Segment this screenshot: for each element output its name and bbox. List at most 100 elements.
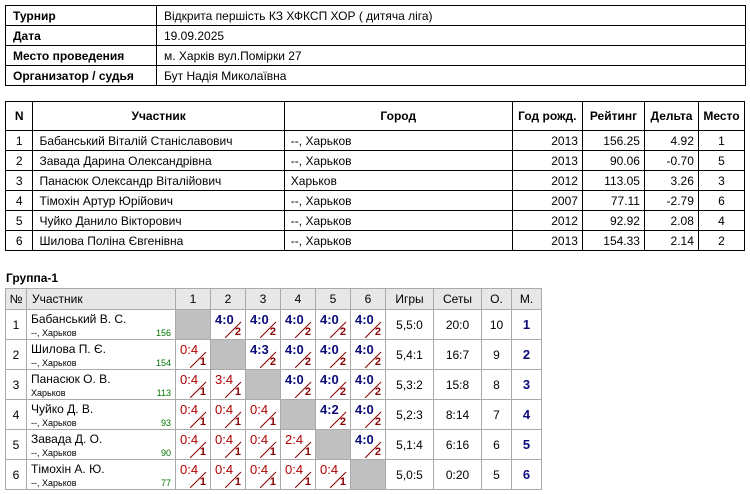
participant-name: Завада Дарина Олександрівна (32, 150, 285, 171)
table-row: 6 Шилова Поліна Євгенівна --, Харьков 2013 1… (4, 230, 746, 251)
group-participant-cell: Панасюк О. В. Харьков 113 (26, 369, 176, 400)
game-result-cell: 2:4 1 (280, 429, 316, 460)
info-label: Дата (5, 25, 157, 46)
game-points: 1 (199, 446, 206, 458)
col-header-place: Место (697, 101, 746, 131)
game-points: 1 (199, 476, 206, 488)
grp-header-opp-3: 3 (245, 288, 281, 310)
participant-delta: 4.92 (643, 130, 699, 151)
participant-delta: -0.70 (643, 150, 699, 171)
group-row: 2 Шилова П. Є. --, Харьков 154 0:4 1 4:3 2 4:0 2 4… (5, 339, 542, 370)
group-participant-cell: Чуйко Д. В. --, Харьков 93 (26, 399, 176, 430)
group-games: 5,4:1 (385, 339, 434, 370)
game-result-cell: 4:0 2 (350, 399, 386, 430)
participant-city: --, Харьков (283, 150, 513, 171)
game-result-cell: 4:0 2 (350, 369, 386, 400)
participant-name: Шилова Поліна Євгенівна (32, 230, 285, 251)
group-games: 5,5:0 (385, 309, 434, 340)
game-points: 1 (269, 446, 276, 458)
game-points: 1 (234, 476, 241, 488)
participant-place: 1 (697, 130, 746, 151)
player-rating: 113 (156, 388, 171, 398)
game-points: 2 (339, 416, 346, 428)
game-result-cell: 0:4 1 (175, 459, 211, 490)
game-points: 1 (199, 356, 206, 368)
col-header-birth-year: Год рожд. (511, 101, 583, 131)
grp-header-sets: Сеты (433, 288, 482, 310)
group-place: 1 (511, 309, 542, 340)
group-row-number: 5 (5, 429, 27, 460)
player-name: Тімохін А. Ю. (31, 462, 105, 476)
grp-header-opp-6: 6 (350, 288, 386, 310)
group-games: 5,3:2 (385, 369, 434, 400)
game-result-cell: 0:4 1 (210, 399, 246, 430)
grp-header-no: № (5, 288, 27, 310)
group-header-row: № Участник 1 2 3 4 5 6 Игры Сеты О. М. (5, 288, 542, 310)
group-participant-cell: Тімохін А. Ю. --, Харьков 77 (26, 459, 176, 490)
info-label: Место проведения (5, 45, 157, 66)
game-result-cell: 4:0 2 (315, 339, 351, 370)
participant-rating: 77.11 (581, 190, 645, 211)
participant-rating: 113.05 (581, 170, 645, 191)
group-row-number: 4 (5, 399, 27, 430)
group-games: 5,1:4 (385, 429, 434, 460)
info-row: Место проведения м. Харків вул.Помірки 27 (5, 45, 746, 66)
participant-number: 6 (4, 230, 34, 251)
group-row-number: 1 (5, 309, 27, 340)
player-name: Шилова П. Є. (31, 342, 107, 356)
game-points: 2 (304, 386, 311, 398)
game-result-cell: 0:4 1 (175, 429, 211, 460)
group-points: 9 (481, 339, 512, 370)
player-name: Бабанський В. С. (31, 312, 127, 326)
participant-delta: 2.08 (643, 210, 699, 231)
game-result-cell: 4:3 2 (245, 339, 281, 370)
game-result-cell: 4:0 2 (350, 429, 386, 460)
game-result-cell: 0:4 1 (315, 459, 351, 490)
player-rating: 93 (160, 418, 171, 428)
participant-city: --, Харьков (283, 230, 513, 251)
group-place: 5 (511, 429, 542, 460)
self-cell (245, 369, 281, 400)
game-points: 2 (339, 326, 346, 338)
self-cell (210, 339, 246, 370)
grp-header-opp-5: 5 (315, 288, 351, 310)
group-place: 6 (511, 459, 542, 490)
group-place: 3 (511, 369, 542, 400)
self-cell (350, 459, 386, 490)
group-row: 3 Панасюк О. В. Харьков 113 0:4 1 3:4 1 4:0 2 4:0 2… (5, 369, 542, 400)
game-result-cell: 3:4 1 (210, 369, 246, 400)
game-result-cell: 4:0 2 (350, 339, 386, 370)
col-header-delta: Дельта (643, 101, 699, 131)
player-rating: 77 (160, 478, 171, 488)
participant-city: --, Харьков (283, 210, 513, 231)
participant-number: 1 (4, 130, 34, 151)
group-points: 6 (481, 429, 512, 460)
grp-header-games: Игры (385, 288, 434, 310)
game-result-cell: 0:4 1 (210, 459, 246, 490)
group-sets: 0:20 (433, 459, 482, 490)
game-points: 2 (234, 326, 241, 338)
game-result-cell: 4:0 2 (315, 369, 351, 400)
info-row: Организатор / судья Бут Надія Миколаївна (5, 65, 746, 86)
game-result-cell: 4:0 2 (245, 309, 281, 340)
game-result-cell: 0:4 1 (175, 339, 211, 370)
game-points: 2 (374, 386, 381, 398)
game-result-cell: 4:0 2 (210, 309, 246, 340)
grp-header-opp-1: 1 (175, 288, 211, 310)
participant-place: 2 (697, 230, 746, 251)
col-header-city: Город (283, 101, 513, 131)
game-points: 1 (269, 416, 276, 428)
self-cell (280, 399, 316, 430)
table-row: 1 Бабанський Віталій Станіславович --, Хар… (4, 130, 746, 151)
table-row: 4 Тімохін Артур Юрійович --, Харьков 2007 77… (4, 190, 746, 211)
player-name: Чуйко Д. В. (31, 402, 94, 416)
group-row: 1 Бабанський В. С. --, Харьков 156 4:0 2 4:0 2 4… (5, 309, 542, 340)
grp-header-opp-4: 4 (280, 288, 316, 310)
col-header-rating: Рейтинг (581, 101, 645, 131)
participant-rating: 92.92 (581, 210, 645, 231)
player-name: Завада Д. О. (31, 432, 103, 446)
group-games: 5,2:3 (385, 399, 434, 430)
group-results-table: № Участник 1 2 3 4 5 6 Игры Сеты О. М. 1… (5, 288, 542, 490)
game-result-cell: 0:4 1 (245, 399, 281, 430)
info-value: 19.09.2025 (156, 25, 746, 46)
